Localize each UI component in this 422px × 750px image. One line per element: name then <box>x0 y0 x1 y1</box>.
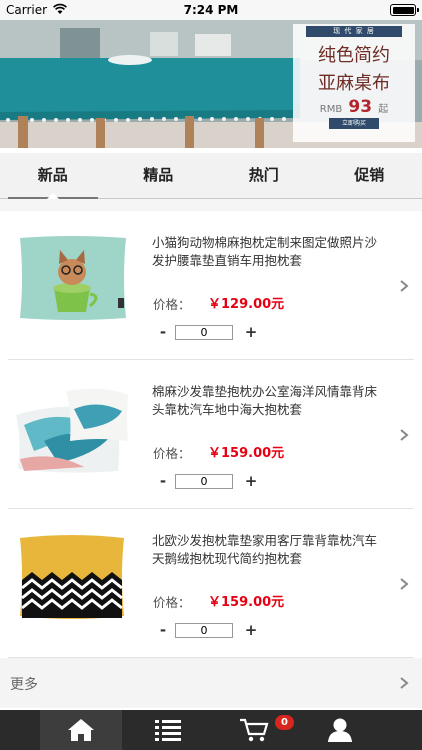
cart-count-badge: 0 <box>275 715 294 730</box>
status-bar: Carrier 7:24 PM <box>0 0 422 20</box>
decrease-qty-button[interactable]: - <box>156 622 170 638</box>
status-time: 7:24 PM <box>183 3 239 17</box>
product-price: ￥159.00元 <box>208 595 285 610</box>
tab-categories[interactable] <box>127 710 209 750</box>
product-price: ￥129.00元 <box>208 297 285 312</box>
section-gap <box>0 199 422 211</box>
decrease-qty-button[interactable]: - <box>156 324 170 340</box>
promo-headline-1: 纯色简约 <box>318 45 390 66</box>
price-label: 价格： <box>153 446 191 461</box>
decrease-qty-button[interactable]: - <box>156 473 170 489</box>
promo-buy-button[interactable]: 立即购买 <box>329 118 379 129</box>
promo-price: 93 <box>348 97 373 117</box>
chevron-right-icon[interactable] <box>398 427 410 443</box>
tab-promotion[interactable]: 促销 <box>317 153 422 198</box>
battery-icon <box>390 4 419 16</box>
home-icon <box>68 719 94 741</box>
user-icon <box>328 718 352 742</box>
increase-qty-button[interactable]: + <box>244 622 258 638</box>
product-title[interactable]: 小猫狗动物棉麻抱枕定制来图定做照片沙发护腰靠垫直销车用抱枕套 <box>152 234 382 270</box>
price-label: 价格： <box>153 297 191 312</box>
tab-new[interactable]: 新品 <box>0 153 106 199</box>
tab-home[interactable] <box>40 710 122 750</box>
price-label: 价格： <box>153 595 191 610</box>
tab-profile[interactable] <box>299 710 381 750</box>
more-label: 更多 <box>10 677 38 693</box>
chevron-right-icon[interactable] <box>398 576 410 592</box>
zigzag-pillow-image <box>14 530 130 622</box>
more-link[interactable]: 更多 <box>0 658 422 708</box>
product-title[interactable]: 棉麻沙发靠垫抱枕办公室海洋风情靠背床头靠枕汽车地中海大抱枕套 <box>152 383 382 419</box>
product-item[interactable]: 小猫狗动物棉麻抱枕定制来图定做照片沙发护腰靠垫直销车用抱枕套 价格： ￥129.… <box>0 212 422 360</box>
cat-pillow-image <box>14 232 130 324</box>
promo-banner[interactable]: 现 代 家 居 纯色简约 亚麻桌布 RMB 93 起 立即购买 <box>0 20 422 148</box>
quantity-field[interactable]: 0 <box>175 623 233 638</box>
promo-headline-2: 亚麻桌布 <box>318 73 390 94</box>
product-item[interactable]: 北欧沙发抱枕靠垫家用客厅靠背靠枕汽车天鹅绒抱枕现代简约抱枕套 价格： ￥159.… <box>0 510 422 658</box>
bottom-tab-bar: 0 <box>0 710 422 750</box>
tab-popular[interactable]: 热门 <box>211 153 317 198</box>
divider <box>8 508 414 509</box>
divider <box>8 359 414 360</box>
chevron-right-icon <box>400 677 409 689</box>
quantity-field[interactable]: 0 <box>175 325 233 340</box>
quantity-field[interactable]: 0 <box>175 474 233 489</box>
ocean-pillow-image <box>14 381 130 473</box>
promo-card: 现 代 家 居 纯色简约 亚麻桌布 RMB 93 起 立即购买 <box>293 24 415 142</box>
chevron-right-icon[interactable] <box>398 278 410 294</box>
promo-tag: 现 代 家 居 <box>306 26 402 37</box>
tab-featured[interactable]: 精品 <box>106 153 212 198</box>
product-price: ￥159.00元 <box>208 446 285 461</box>
promo-currency: RMB <box>319 104 343 115</box>
increase-qty-button[interactable]: + <box>244 473 258 489</box>
list-icon <box>155 720 181 741</box>
promo-suffix: 起 <box>378 104 389 115</box>
increase-qty-button[interactable]: + <box>244 324 258 340</box>
category-tabs: 新品 精品 热门 促销 <box>0 153 422 199</box>
product-item[interactable]: 棉麻沙发靠垫抱枕办公室海洋风情靠背床头靠枕汽车地中海大抱枕套 价格： ￥159.… <box>0 361 422 509</box>
product-title[interactable]: 北欧沙发抱枕靠垫家用客厅靠背靠枕汽车天鹅绒抱枕现代简约抱枕套 <box>152 532 382 568</box>
cart-icon <box>240 718 269 742</box>
promo-price-row: RMB 93 起 <box>293 97 415 117</box>
